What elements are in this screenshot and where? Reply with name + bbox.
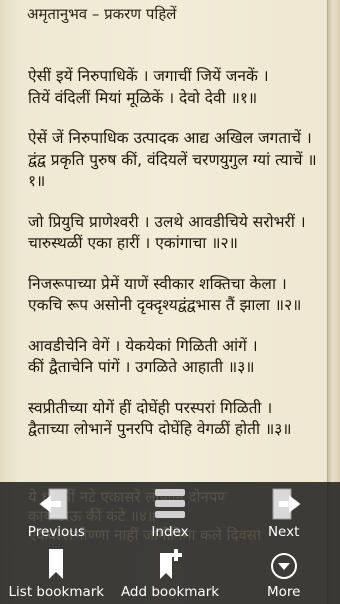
list-bookmark-button[interactable]: List bookmark bbox=[0, 545, 114, 604]
arrow-left-icon bbox=[39, 488, 68, 520]
toolbar-row-2: List bookmark Add bookmark More bbox=[0, 545, 340, 604]
list-icon bbox=[155, 489, 185, 518]
chevron-down-circle-icon bbox=[270, 553, 297, 579]
next-label: Next bbox=[267, 524, 300, 540]
more-label: More bbox=[266, 584, 301, 600]
verse-6: स्वप्रीतीच्या योगें हीं दोघेंही परस्परां… bbox=[28, 398, 292, 439]
toolbar-row-1: Previous Index Next bbox=[0, 482, 340, 545]
previous-button[interactable]: Previous bbox=[0, 482, 114, 544]
verse-text: ऐसीं इयें निरुपाधिकें । जगाचीं जियें जनक… bbox=[28, 66, 328, 460]
more-button[interactable]: More bbox=[227, 545, 340, 604]
verse-3: जो प्रियुचि प्राणेश्वरी । उलथे आवडीचिये … bbox=[28, 212, 306, 253]
index-label: Index bbox=[151, 524, 189, 540]
previous-label: Previous bbox=[27, 524, 85, 540]
next-button[interactable]: Next bbox=[227, 482, 340, 544]
page-title: अमृतानुभव – प्रकरण पहिलें bbox=[27, 5, 177, 23]
verse-1: ऐसीं इयें निरुपाधिकें । जगाचीं जियें जनक… bbox=[28, 67, 269, 107]
arrow-right-icon bbox=[272, 488, 301, 520]
verse-4: निजरूपाच्या प्रेमें याणें स्वीकार शक्तिच… bbox=[28, 274, 302, 315]
add-bookmark-button[interactable]: Add bookmark bbox=[114, 545, 228, 604]
bottom-toolbar: Previous Index Next List bookmark Add bo… bbox=[0, 482, 340, 604]
list-bookmark-label: List bookmark bbox=[8, 584, 105, 600]
verse-2: ऐसें जें निरुपाधिक उत्पादक आद्य अखिल जगत… bbox=[28, 129, 317, 190]
verse-5: आवडीचेनि वेगें । येकयेकां गिळिती आंगें ।… bbox=[28, 336, 258, 377]
add-bookmark-label: Add bookmark bbox=[120, 584, 220, 600]
add-bookmark-icon bbox=[160, 549, 182, 579]
index-button[interactable]: Index bbox=[114, 482, 228, 544]
bookmark-icon bbox=[49, 549, 64, 579]
